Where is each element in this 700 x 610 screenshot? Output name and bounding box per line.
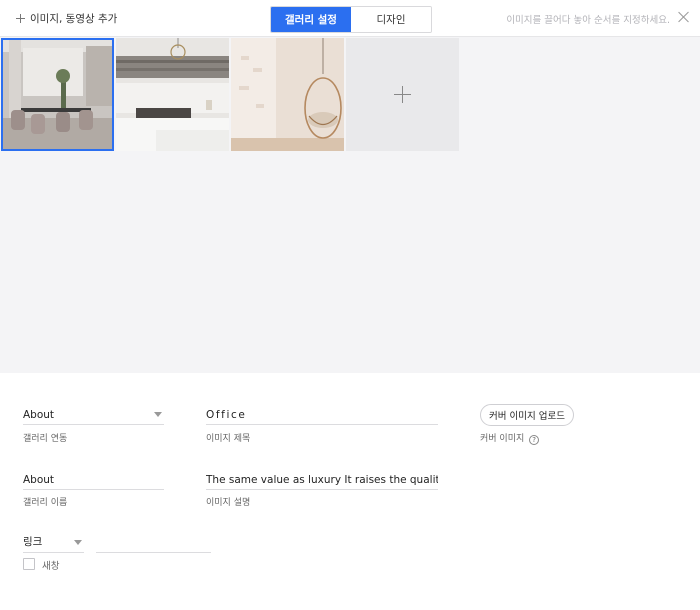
new-window-checkbox[interactable] (23, 558, 35, 570)
kitchen-photo-icon (116, 38, 229, 151)
mode-tabs: 갤러리 설정 디자인 (270, 6, 432, 33)
image-title-field[interactable]: Office (206, 405, 438, 425)
help-icon[interactable]: ? (529, 435, 540, 445)
chevron-down-icon (154, 412, 162, 417)
plus-icon (16, 14, 25, 23)
add-media-label: 이미지, 동영상 추가 (30, 13, 118, 25)
cover-image-upload-button[interactable]: 커버 이미지 업로드 (480, 404, 574, 426)
link-url-field[interactable] (96, 533, 211, 553)
tab-design[interactable]: 디자인 (351, 7, 431, 32)
top-bar: 이미지, 동영상 추가 갤러리 설정 디자인 이미지를 끌어다 놓아 순서를 지… (0, 0, 700, 37)
new-window-label: 새창 (42, 561, 60, 572)
office-photo-icon (1, 38, 114, 151)
image-description-field[interactable]: The same value as luxury It raises the q… (206, 470, 438, 490)
gallery-name-value: About (23, 474, 55, 486)
gallery-name-label: 갤러리 이름 (23, 498, 68, 508)
gallery-thumbnail-chair[interactable] (231, 38, 344, 151)
gallery-area (0, 37, 700, 373)
add-media-button[interactable]: 이미지, 동영상 추가 (16, 11, 117, 26)
gallery-thumbnail-office[interactable] (1, 38, 114, 151)
gallery-link-select[interactable]: About (23, 405, 164, 425)
hanging-chair-photo-icon (231, 38, 344, 151)
image-description-value: The same value as luxury It raises the q… (206, 474, 438, 486)
image-title-label: 이미지 제목 (206, 434, 251, 444)
close-icon[interactable] (678, 11, 690, 23)
gallery-link-label: 갤러리 연동 (23, 434, 68, 444)
gallery-name-field[interactable]: About (23, 470, 164, 490)
tab-gallery-settings[interactable]: 갤러리 설정 (271, 7, 351, 32)
gallery-thumbnail-kitchen[interactable] (116, 38, 229, 151)
cover-image-label: 커버 이미지 (480, 434, 525, 444)
add-image-tile[interactable] (346, 38, 459, 151)
reorder-hint: 이미지를 끌어다 놓아 순서를 지정하세요. (506, 15, 670, 26)
gallery-link-value: About (23, 409, 55, 421)
image-title-value: Office (206, 409, 247, 421)
chevron-down-icon (74, 540, 82, 545)
cover-image-label-row: 커버 이미지 ? (480, 431, 540, 445)
link-type-select[interactable]: 링크 (23, 533, 84, 553)
image-description-label: 이미지 설명 (206, 498, 251, 508)
